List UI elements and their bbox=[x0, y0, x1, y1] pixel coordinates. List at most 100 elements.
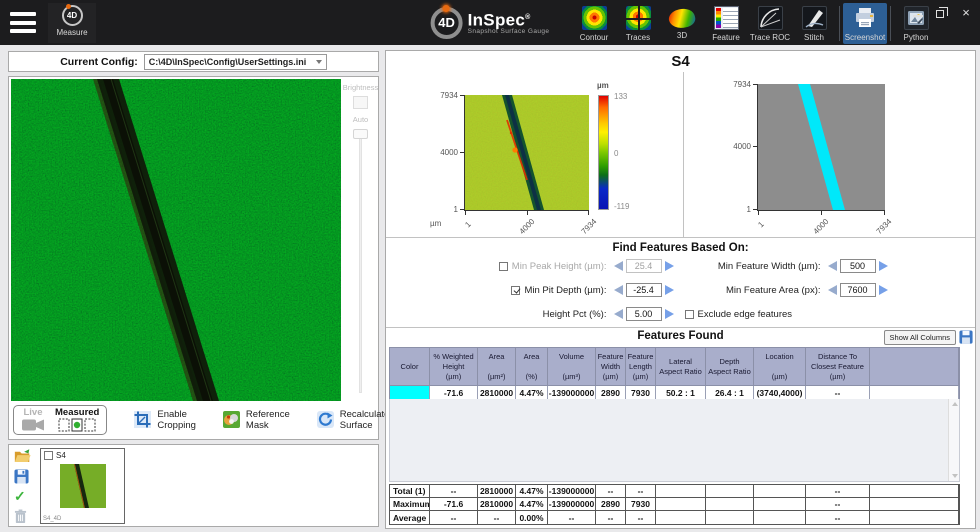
header-area-pct[interactable]: Area(%) bbox=[516, 348, 548, 385]
live-measured-toggle: Live Measured bbox=[13, 405, 107, 435]
header-lateral-aspect[interactable]: LateralAspect Ratio bbox=[656, 348, 706, 385]
colorbar-min: -119 bbox=[614, 202, 629, 211]
x-tick: 4000 bbox=[808, 213, 834, 239]
min-feature-width-input[interactable]: 500 bbox=[840, 259, 876, 273]
increment-arrow[interactable] bbox=[879, 285, 888, 295]
header-feature-length[interactable]: FeatureLength(µm) bbox=[626, 348, 656, 385]
live-button[interactable]: Live bbox=[21, 407, 45, 432]
brightness-slider[interactable] bbox=[344, 127, 377, 397]
stitch-pen-icon bbox=[802, 6, 827, 30]
brightness-label: Brightness bbox=[343, 83, 378, 92]
s4-checkbox[interactable] bbox=[44, 451, 53, 460]
feature-mask-plot[interactable] bbox=[758, 84, 885, 210]
plot-divider bbox=[683, 72, 684, 237]
min-pit-depth-input[interactable]: -25.4 bbox=[626, 283, 662, 297]
feature-table-icon bbox=[714, 6, 739, 30]
s4-thumbnail bbox=[60, 464, 106, 508]
min-pit-depth-spinner: -25.4 bbox=[614, 283, 678, 297]
delete-button[interactable] bbox=[14, 508, 31, 524]
toolbar-separator bbox=[890, 6, 891, 41]
app-logo: 4D InSpec® Snapshot Surface Gauge bbox=[431, 7, 550, 39]
table-cell: 2890 bbox=[596, 386, 626, 399]
header-volume[interactable]: Volume(µm³) bbox=[548, 348, 596, 385]
open-folder-button[interactable] bbox=[14, 448, 31, 464]
export-table-button[interactable] bbox=[959, 330, 973, 349]
x-tick: 1 bbox=[455, 211, 481, 237]
header-depth-aspect[interactable]: DepthAspect Ratio bbox=[706, 348, 754, 385]
scroll-up-icon[interactable] bbox=[952, 402, 958, 406]
min-pit-depth-checkbox[interactable] bbox=[511, 286, 520, 295]
increment-arrow[interactable] bbox=[665, 261, 674, 271]
measure-logo-button[interactable]: 4D Measure bbox=[48, 3, 96, 43]
tool-3d[interactable]: 3D bbox=[660, 3, 704, 44]
min-feature-width-spinner: 500 bbox=[828, 259, 892, 273]
tool-stitch[interactable]: Stitch bbox=[792, 3, 836, 44]
table-cell: 2810000 bbox=[478, 386, 516, 399]
header-color[interactable]: Color bbox=[390, 348, 430, 385]
restore-button[interactable] bbox=[936, 7, 948, 19]
height-map-plot[interactable] bbox=[465, 95, 589, 210]
slider-handle[interactable] bbox=[353, 129, 368, 139]
tool-trace-roc[interactable]: Trace ROC bbox=[748, 3, 792, 44]
exclude-edge-checkbox[interactable] bbox=[685, 310, 694, 319]
page-title: S4 bbox=[386, 53, 975, 70]
4d-brand-icon: 4D bbox=[431, 7, 463, 39]
reference-mask-icon bbox=[222, 410, 241, 429]
tool-screenshot[interactable]: Screenshot bbox=[843, 3, 887, 44]
camera-buttons: Live Measured EnableCropping bbox=[10, 401, 377, 438]
height-pct-input[interactable]: 5.00 bbox=[626, 307, 662, 321]
minimize-button[interactable] bbox=[912, 7, 924, 19]
save-icon bbox=[14, 469, 29, 484]
decrement-arrow[interactable] bbox=[828, 285, 837, 295]
y-tick: 1 bbox=[432, 205, 458, 214]
show-all-columns-button[interactable]: Show All Columns bbox=[884, 330, 956, 345]
total-row: Total (1) -- 2810000 4.47% -139000000 --… bbox=[390, 485, 959, 498]
decrement-arrow[interactable] bbox=[614, 309, 623, 319]
app-window: 4D Measure 4D InSpec® Snapshot Surface G… bbox=[0, 0, 980, 532]
header-location[interactable]: Location(µm) bbox=[754, 348, 806, 385]
tool-feature[interactable]: Feature bbox=[704, 3, 748, 44]
measured-button[interactable]: Measured bbox=[55, 407, 99, 432]
config-select[interactable]: C:\4D\InSpec\Config\UserSettings.ini bbox=[144, 54, 327, 70]
tool-contour[interactable]: Contour bbox=[572, 3, 616, 44]
colorbar-max: 133 bbox=[614, 92, 627, 101]
decrement-arrow[interactable] bbox=[614, 261, 623, 271]
measured-surface-image[interactable] bbox=[11, 79, 341, 401]
y-tick: 7934 bbox=[725, 80, 751, 89]
decrement-arrow[interactable] bbox=[828, 261, 837, 271]
feature-row[interactable]: -71.6 2810000 4.47% -139000000 2890 7930… bbox=[390, 385, 959, 399]
config-bar: Current Config: C:\4D\InSpec\Config\User… bbox=[8, 51, 379, 72]
table-cell: (3740,4000) bbox=[754, 386, 806, 399]
header-feature-width[interactable]: FeatureWidth(µm) bbox=[596, 348, 626, 385]
tool-traces[interactable]: Traces bbox=[616, 3, 660, 44]
toolbar: Contour Traces 3D Feature Trace ROC bbox=[572, 3, 938, 44]
scrollbar[interactable] bbox=[948, 399, 959, 481]
save-button[interactable] bbox=[14, 468, 31, 484]
brand-name: InSpec bbox=[468, 10, 526, 29]
recalculate-surface-button[interactable]: RecalculateSurface bbox=[316, 409, 390, 431]
min-peak-height-spinner: 25.4 bbox=[614, 259, 678, 273]
x-tick: 7934 bbox=[871, 213, 897, 239]
apply-check-button[interactable]: ✓ bbox=[14, 488, 31, 504]
min-peak-height-checkbox[interactable] bbox=[499, 262, 508, 271]
y-tick: 7934 bbox=[432, 91, 458, 100]
header-distance[interactable]: Distance ToClosest Feature(µm) bbox=[806, 348, 870, 385]
header-weighted-height[interactable]: % WeightedHeight(µm) bbox=[430, 348, 478, 385]
menu-button[interactable] bbox=[10, 12, 36, 33]
increment-arrow[interactable] bbox=[665, 309, 674, 319]
summary-label: Maximum bbox=[390, 498, 430, 510]
video-camera-icon bbox=[21, 418, 45, 432]
enable-cropping-button[interactable]: EnableCropping bbox=[133, 409, 196, 431]
axis-unit: µm bbox=[430, 219, 441, 228]
scroll-down-icon[interactable] bbox=[952, 474, 958, 478]
increment-arrow[interactable] bbox=[879, 261, 888, 271]
decrement-arrow[interactable] bbox=[614, 285, 623, 295]
header-area-um2[interactable]: Area(µm²) bbox=[478, 348, 516, 385]
min-peak-height-input[interactable]: 25.4 bbox=[626, 259, 662, 273]
measurement-card[interactable]: S4 S4_4D bbox=[40, 448, 125, 524]
close-button[interactable]: × bbox=[960, 7, 972, 19]
increment-arrow[interactable] bbox=[665, 285, 674, 295]
min-feature-area-input[interactable]: 7600 bbox=[840, 283, 876, 297]
reference-mask-button[interactable]: ReferenceMask bbox=[222, 409, 290, 431]
table-cell: -71.6 bbox=[430, 386, 478, 399]
